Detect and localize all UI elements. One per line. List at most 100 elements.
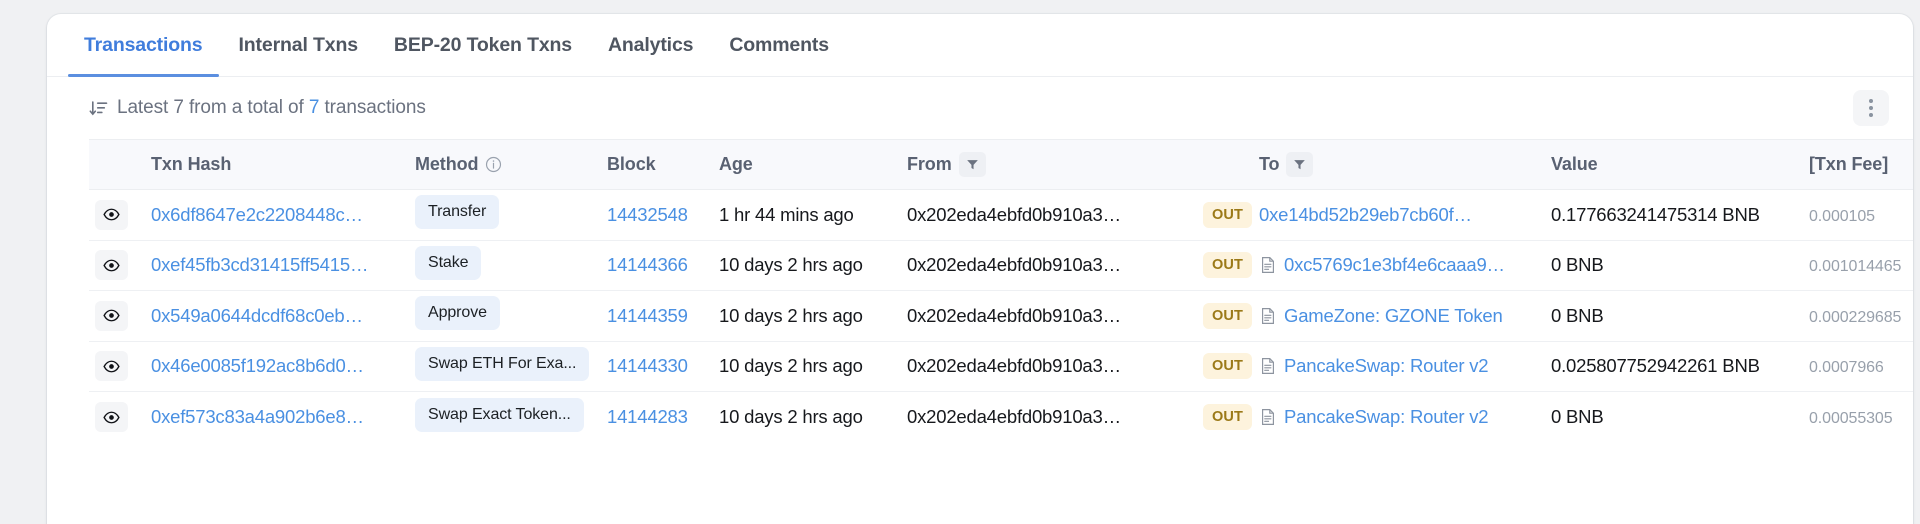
from-address: 0x202eda4ebfd0b910a3… — [907, 355, 1121, 377]
kebab-dot — [1869, 113, 1873, 117]
tab-comments[interactable]: Comments — [711, 14, 847, 76]
col-header-txn-hash: Txn Hash — [145, 139, 409, 190]
col-header-method: Method — [409, 139, 601, 190]
cell-txn-fee: 0.001014465 — [1803, 240, 1913, 291]
from-address: 0x202eda4ebfd0b910a3… — [907, 203, 1121, 225]
filter-icon — [966, 160, 978, 170]
direction-badge: OUT — [1203, 302, 1252, 329]
direction-badge: OUT — [1203, 252, 1252, 279]
cell-txn-hash: 0x46e0085f192ac8b6d0… — [145, 341, 409, 392]
to-address-link[interactable]: 0xe14bd52b29eb7cb60f… — [1259, 204, 1472, 226]
cell-value: 0 BNB — [1545, 392, 1803, 443]
cell-age: 10 days 2 hrs ago — [713, 290, 901, 342]
cell-direction: OUT — [1197, 189, 1253, 241]
txn-hash-link[interactable]: 0xef45fb3cd31415ff5415… — [151, 254, 368, 276]
txn-hash-link[interactable]: 0x549a0644dcdf68c0eb… — [151, 305, 363, 327]
contract-icon — [1262, 409, 1274, 425]
tab-internal-txns[interactable]: Internal Txns — [221, 14, 376, 76]
cell-direction: OUT — [1197, 240, 1253, 291]
col-header-value-label: Value — [1551, 154, 1598, 174]
age-text: 10 days 2 hrs ago — [719, 254, 863, 276]
to-address-link[interactable]: PancakeSwap: Router v2 — [1284, 406, 1488, 428]
block-link[interactable]: 14144359 — [607, 305, 688, 326]
cell-age: 10 days 2 hrs ago — [713, 392, 901, 443]
cell-to: PancakeSwap: Router v2 — [1253, 341, 1545, 392]
preview-button[interactable] — [95, 250, 128, 281]
cell-value: 0.025807752942261 BNB — [1545, 341, 1803, 392]
cell-method: Swap Exact Token... — [409, 392, 601, 443]
tab-bep20-token-txns[interactable]: BEP-20 Token Txns — [376, 14, 590, 76]
txn-fee-text: 0.000105 — [1809, 207, 1875, 225]
to-address-link[interactable]: PancakeSwap: Router v2 — [1284, 355, 1488, 377]
cell-from: 0x202eda4ebfd0b910a3… — [901, 290, 1197, 342]
preview-button[interactable] — [95, 402, 128, 432]
block-link[interactable]: 14432548 — [607, 204, 688, 225]
cell-txn-fee: 0.0007966 — [1803, 341, 1913, 392]
txn-hash-link[interactable]: 0x46e0085f192ac8b6d0… — [151, 355, 364, 377]
method-badge: Swap ETH For Exa... — [415, 346, 590, 381]
col-header-to-label: To — [1259, 154, 1280, 174]
eye-icon — [103, 309, 120, 322]
cell-preview — [89, 290, 145, 342]
info-icon[interactable] — [485, 156, 502, 173]
cell-to: PancakeSwap: Router v2 — [1253, 392, 1545, 443]
value-text: 0 BNB — [1551, 254, 1604, 276]
col-header-value: Value — [1545, 139, 1803, 190]
cell-value: 0 BNB — [1545, 290, 1803, 342]
direction-badge: OUT — [1203, 353, 1252, 380]
eye-icon — [103, 259, 120, 272]
kebab-dot — [1869, 106, 1873, 110]
summary-suffix: transactions — [319, 97, 426, 118]
cell-txn-hash: 0x6df8647e2c2208448c… — [145, 189, 409, 241]
block-link[interactable]: 14144366 — [607, 254, 688, 275]
col-header-txn-hash-label: Txn Hash — [151, 154, 232, 174]
direction-badge: OUT — [1203, 201, 1252, 228]
to-address-link[interactable]: 0xc5769c1e3bf4e6caaa9… — [1284, 254, 1505, 276]
age-text: 10 days 2 hrs ago — [719, 406, 863, 427]
tab-analytics[interactable]: Analytics — [590, 14, 711, 76]
to-filter-button[interactable] — [1286, 152, 1314, 177]
table-body: 0x6df8647e2c2208448c… Transfer 14432548 … — [89, 189, 1913, 443]
txn-hash-link[interactable]: 0xef573c83a4a902b6e8… — [151, 406, 364, 428]
cell-age: 10 days 2 hrs ago — [713, 341, 901, 392]
col-header-age[interactable]: Age — [713, 139, 901, 190]
cell-age: 10 days 2 hrs ago — [713, 240, 901, 291]
cell-method: Stake — [409, 240, 601, 291]
preview-button[interactable] — [95, 351, 128, 382]
cell-preview — [89, 240, 145, 291]
block-link[interactable]: 14144283 — [607, 406, 688, 427]
col-header-block: Block — [601, 139, 713, 190]
cell-value: 0.177663241475314 BNB — [1545, 189, 1803, 241]
cell-from: 0x202eda4ebfd0b910a3… — [901, 341, 1197, 392]
method-badge: Approve — [415, 296, 500, 331]
sort-descending-icon — [89, 100, 108, 115]
col-header-from-label: From — [907, 154, 952, 174]
col-header-txn-fee: [Txn Fee] — [1803, 139, 1913, 190]
eye-icon — [103, 411, 120, 423]
preview-button[interactable] — [95, 300, 128, 331]
direction-badge: OUT — [1203, 404, 1252, 430]
preview-button[interactable] — [95, 199, 128, 230]
cell-block: 14144283 — [601, 392, 713, 443]
cell-block: 14144366 — [601, 240, 713, 291]
txn-hash-link[interactable]: 0x6df8647e2c2208448c… — [151, 204, 363, 226]
tab-transactions[interactable]: Transactions — [66, 14, 221, 76]
cell-method: Approve — [409, 290, 601, 342]
table-row: 0x6df8647e2c2208448c… Transfer 14432548 … — [89, 189, 1913, 241]
value-text: 0 BNB — [1551, 304, 1604, 326]
value-text: 0.177663241475314 BNB — [1551, 203, 1760, 225]
from-filter-button[interactable] — [958, 152, 986, 177]
transactions-table: Txn Hash Method Block Age From To Value … — [89, 139, 1913, 442]
cell-to: 0xc5769c1e3bf4e6caaa9… — [1253, 240, 1545, 291]
table-row: 0xef45fb3cd31415ff5415… Stake 14144366 1… — [89, 240, 1913, 291]
cell-from: 0x202eda4ebfd0b910a3… — [901, 240, 1197, 291]
block-link[interactable]: 14144330 — [607, 355, 688, 376]
cell-to: GameZone: GZONE Token — [1253, 290, 1545, 342]
txn-fee-text: 0.001014465 — [1809, 258, 1902, 276]
cell-txn-hash: 0xef573c83a4a902b6e8… — [145, 392, 409, 443]
cell-preview — [89, 189, 145, 241]
col-header-age-label: Age — [719, 154, 753, 174]
table-options-button[interactable] — [1853, 90, 1889, 126]
to-address-link[interactable]: GameZone: GZONE Token — [1284, 305, 1503, 327]
method-badge: Swap Exact Token... — [415, 397, 584, 432]
